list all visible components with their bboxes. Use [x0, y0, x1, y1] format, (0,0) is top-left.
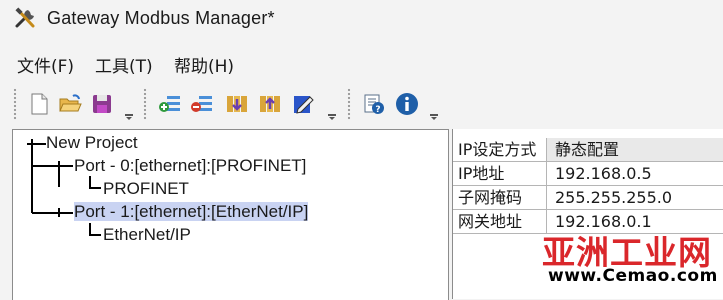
window-title: Gateway Modbus Manager*	[47, 8, 275, 28]
property-key: IP设定方式	[453, 138, 547, 161]
title-bar: Gateway Modbus Manager*	[0, 0, 723, 40]
watermark: 亚洲工业网 www.Cemao.com	[538, 226, 723, 291]
tree-ethernetip-label: EtherNet/IP	[103, 225, 191, 244]
help-icon[interactable]: ?	[361, 91, 387, 117]
collapse-icon[interactable]	[54, 208, 63, 217]
tree-line	[31, 139, 33, 213]
property-key: 网关地址	[453, 210, 547, 233]
export-icon[interactable]	[257, 91, 283, 117]
info-icon[interactable]	[394, 91, 420, 117]
toolbar-overflow-3[interactable]	[430, 106, 438, 120]
tree-line	[89, 234, 101, 236]
tree-port-0[interactable]: Port - 0:[ethernet]:[PROFINET]	[74, 156, 306, 176]
property-key: 子网掩码	[453, 186, 547, 209]
subnet-mask-field[interactable]: 255.255.255.0	[547, 186, 723, 209]
tree-ethernetip-node[interactable]: EtherNet/IP	[103, 225, 191, 245]
ip-mode-select[interactable]: 静态配置	[547, 138, 723, 161]
property-row: 子网掩码 255.255.255.0	[453, 186, 723, 210]
tree-port-0-label: Port - 0:[ethernet]:[PROFINET]	[74, 156, 307, 175]
toolbar-grip[interactable]	[347, 88, 351, 120]
edit-icon[interactable]	[290, 91, 316, 117]
remove-item-icon[interactable]	[190, 91, 216, 117]
tree-line	[89, 187, 101, 189]
menu-tools[interactable]: 工具(T)	[95, 52, 153, 77]
menu-bar: 文件(F) 工具(T) 帮助(H)	[0, 44, 723, 80]
property-row: IP设定方式 静态配置	[453, 138, 723, 162]
tree-port-1[interactable]: Port - 1:[ethernet]:[EtherNet/IP]	[74, 202, 309, 222]
toolbar: ?	[0, 84, 723, 126]
toolbar-grip[interactable]	[143, 88, 147, 120]
tree-profinet-label: PROFINET	[103, 179, 189, 198]
tree-line	[63, 212, 73, 214]
property-row: IP地址 192.168.0.5	[453, 162, 723, 186]
property-key: IP地址	[453, 162, 547, 185]
tree-line	[36, 143, 46, 145]
tree-root-node[interactable]: New Project	[46, 133, 138, 153]
open-folder-icon[interactable]	[57, 91, 83, 117]
tools-icon	[14, 7, 38, 31]
tree-root-label: New Project	[46, 133, 138, 152]
tree-line	[63, 165, 73, 167]
toolbar-overflow-1[interactable]	[125, 106, 133, 120]
ip-address-field[interactable]: 192.168.0.5	[547, 162, 723, 185]
save-icon[interactable]	[89, 91, 115, 117]
menu-file[interactable]: 文件(F)	[17, 52, 74, 77]
collapse-icon[interactable]	[27, 139, 36, 148]
project-tree[interactable]: New Project Port - 0:[ethernet]:[PROFINE…	[12, 129, 449, 300]
tree-profinet-node[interactable]: PROFINET	[103, 179, 189, 199]
toolbar-overflow-2[interactable]	[328, 106, 336, 120]
watermark-url: www.Cemao.com	[548, 266, 718, 286]
new-file-icon[interactable]	[26, 91, 52, 117]
import-icon[interactable]	[224, 91, 250, 117]
menu-help[interactable]: 帮助(H)	[174, 52, 234, 77]
toolbar-grip[interactable]	[13, 88, 17, 120]
tree-port-1-label: Port - 1:[ethernet]:[EtherNet/IP]	[74, 202, 309, 221]
add-item-icon[interactable]	[158, 91, 184, 117]
svg-text:?: ?	[375, 105, 380, 115]
collapse-icon[interactable]	[54, 161, 63, 170]
